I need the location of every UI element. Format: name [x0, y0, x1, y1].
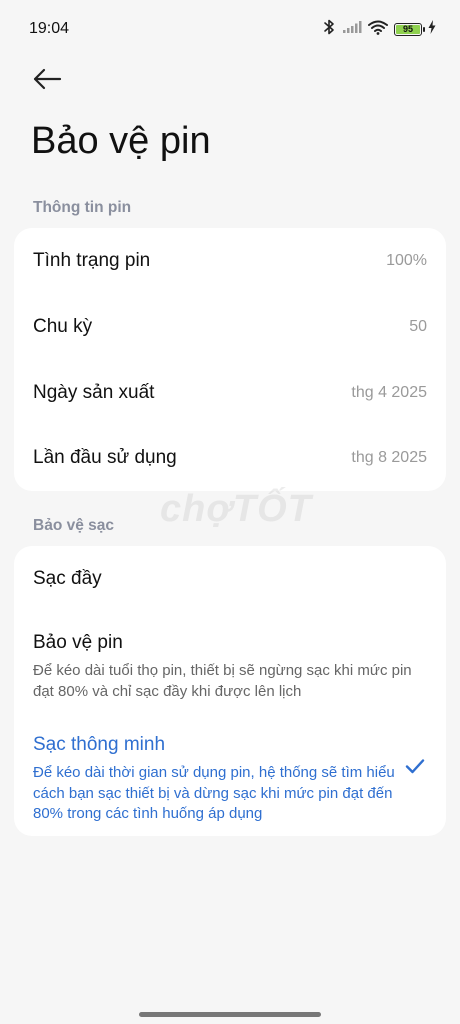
section-header-battery-info: Thông tin pin: [33, 199, 132, 216]
section-header-charge-protection: Bảo vệ sạc: [33, 517, 114, 534]
signal-icon: [342, 20, 362, 39]
option-description: Để kéo dài thời gian sử dụng pin, hệ thố…: [33, 764, 395, 822]
bluetooth-icon: [322, 19, 336, 40]
check-icon: [403, 754, 427, 778]
status-bar: 19:04 95: [0, 0, 460, 60]
row-value: 100%: [386, 252, 427, 269]
row-value: thg 8 2025: [351, 449, 427, 466]
option-title: Bảo vệ pin: [33, 632, 123, 653]
row-label: Tình trạng pin: [33, 250, 151, 271]
status-time: 19:04: [29, 20, 70, 37]
option-description: Để kéo dài tuổi thọ pin, thiết bị sẽ ngừ…: [33, 662, 412, 700]
option-full-charge[interactable]: Sạc đầy: [33, 568, 427, 590]
status-icons: 95: [322, 19, 436, 40]
charge-protection-card: Sạc đầy Bảo vệ pin Để kéo dài tuổi thọ p…: [14, 546, 446, 836]
option-title: Sạc đầy: [33, 568, 102, 589]
battery-icon: 95: [394, 23, 425, 36]
home-indicator[interactable]: [139, 1012, 321, 1017]
list-item-cycle-count: Chu kỳ 50: [33, 316, 427, 338]
option-battery-protection[interactable]: Bảo vệ pin Để kéo dài tuổi thọ pin, thiế…: [33, 632, 427, 702]
row-label: Chu kỳ: [33, 316, 93, 337]
battery-info-card: Tình trạng pin 100% Chu kỳ 50 Ngày sản x…: [14, 228, 446, 491]
row-value: thg 4 2025: [351, 384, 427, 401]
battery-level: 95: [396, 25, 420, 34]
list-item-manufacture-date: Ngày sản xuất thg 4 2025: [33, 382, 427, 404]
list-item-first-use: Lần đầu sử dụng thg 8 2025: [33, 447, 427, 469]
row-label: Ngày sản xuất: [33, 382, 155, 403]
back-button[interactable]: [30, 64, 64, 98]
page-title: Bảo vệ pin: [31, 120, 211, 162]
arrow-left-icon: [32, 67, 62, 96]
charging-icon: [428, 20, 436, 39]
list-item-battery-health: Tình trạng pin 100%: [33, 250, 427, 272]
watermark: chợTỐT: [160, 488, 312, 530]
row-label: Lần đầu sử dụng: [33, 447, 177, 468]
row-value: 50: [409, 318, 427, 335]
option-smart-charging[interactable]: Sạc thông minh Để kéo dài thời gian sử d…: [33, 734, 427, 825]
option-title: Sạc thông minh: [33, 734, 166, 755]
wifi-icon: [368, 20, 388, 40]
